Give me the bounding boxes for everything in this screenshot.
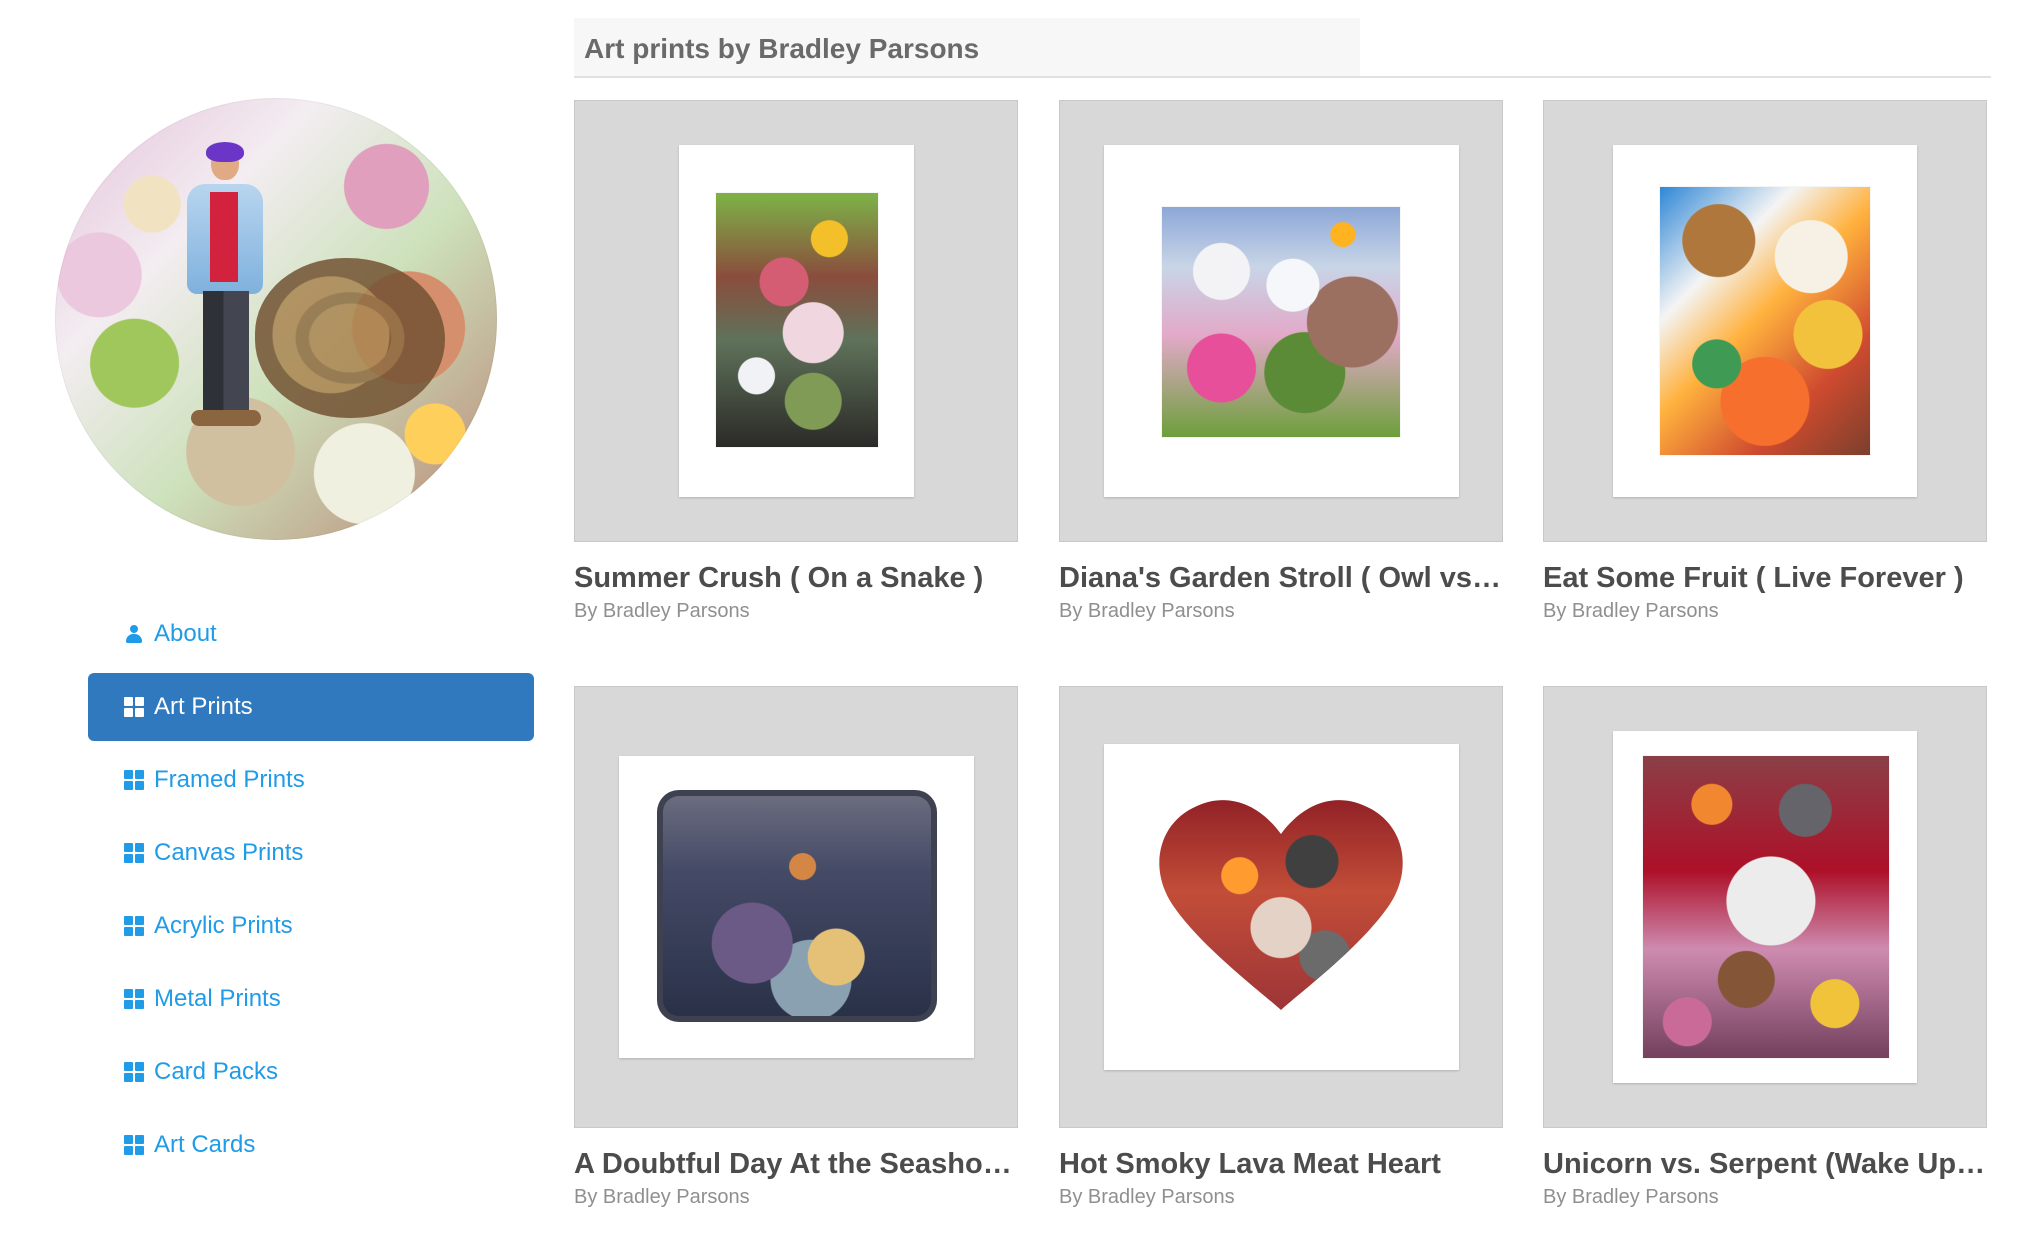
artwork-image — [1152, 786, 1410, 1022]
nav-item-about[interactable]: About — [88, 600, 534, 668]
grid-icon — [124, 989, 144, 1009]
grid-icon — [124, 843, 144, 863]
avatar-person-graphic — [177, 142, 272, 431]
nav-item-label: Art Cards — [154, 1131, 256, 1158]
avatar-legs-graphic — [203, 291, 249, 411]
art-print-title[interactable]: Hot Smoky Lava Meat Heart — [1059, 1148, 1503, 1181]
main-content: Art prints by Bradley Parsons Summer Cru… — [574, 18, 1991, 1208]
nav-item-label: Card Packs — [154, 1058, 279, 1085]
grid-icon — [124, 916, 144, 936]
artist-avatar — [55, 98, 497, 540]
art-print-card[interactable]: Diana's Garden Stroll ( Owl vs.… By Brad… — [1059, 100, 1503, 622]
nav-item-framed-prints[interactable]: Framed Prints — [88, 746, 534, 814]
grid-icon — [124, 1135, 144, 1155]
art-print-preview[interactable] — [574, 100, 1018, 542]
artwork-image — [716, 193, 878, 447]
sidebar-nav: About Art Prints Framed Prints Canvas Pr… — [88, 600, 534, 1184]
nav-item-card-packs[interactable]: Card Packs — [88, 1038, 534, 1106]
grid-icon — [124, 770, 144, 790]
art-print-title[interactable]: Eat Some Fruit ( Live Forever ) — [1543, 562, 1987, 595]
art-print-preview[interactable] — [1543, 686, 1987, 1128]
avatar-beanie-graphic — [206, 142, 244, 162]
art-print-preview[interactable] — [1059, 100, 1503, 542]
artwork-image — [657, 790, 937, 1022]
nav-item-label: Canvas Prints — [154, 839, 304, 866]
print-mat — [1613, 731, 1917, 1083]
grid-icon — [124, 1062, 144, 1082]
artist-name: By Bradley Parsons — [1543, 600, 1719, 622]
art-print-card[interactable]: Summer Crush ( On a Snake ) By Bradley P… — [574, 100, 1018, 622]
art-print-preview[interactable] — [574, 686, 1018, 1128]
artist-name: By Bradley Parsons — [1059, 600, 1235, 622]
person-icon — [124, 624, 144, 644]
nav-item-art-prints[interactable]: Art Prints — [88, 673, 534, 741]
artist-name: By Bradley Parsons — [574, 1186, 750, 1208]
art-print-card[interactable]: Eat Some Fruit ( Live Forever ) By Bradl… — [1543, 100, 1987, 622]
artist-name: By Bradley Parsons — [1543, 1186, 1719, 1208]
sidebar: About Art Prints Framed Prints Canvas Pr… — [0, 0, 560, 1253]
nav-item-canvas-prints[interactable]: Canvas Prints — [88, 819, 534, 887]
art-print-preview[interactable] — [1059, 686, 1503, 1128]
print-mat — [1613, 145, 1917, 497]
art-print-title[interactable]: Diana's Garden Stroll ( Owl vs.… — [1059, 562, 1503, 595]
art-print-title[interactable]: Summer Crush ( On a Snake ) — [574, 562, 1018, 595]
page-title: Art prints by Bradley Parsons — [574, 18, 1360, 76]
artist-name: By Bradley Parsons — [1059, 1186, 1235, 1208]
nav-item-acrylic-prints[interactable]: Acrylic Prints — [88, 892, 534, 960]
nav-item-label: About — [154, 620, 217, 647]
art-print-title[interactable]: Unicorn vs. Serpent (Wake Up … — [1543, 1148, 1987, 1181]
nav-item-label: Art Prints — [154, 693, 253, 720]
avatar-shirt-graphic — [210, 192, 238, 282]
grid-icon — [124, 697, 144, 717]
avatar-shoes-graphic — [191, 410, 261, 426]
print-mat — [1104, 145, 1459, 497]
print-mat — [1104, 744, 1459, 1070]
nav-item-label: Framed Prints — [154, 766, 305, 793]
art-print-card[interactable]: Hot Smoky Lava Meat Heart By Bradley Par… — [1059, 686, 1503, 1208]
artist-name: By Bradley Parsons — [574, 600, 750, 622]
nav-item-label: Metal Prints — [154, 985, 281, 1012]
nav-item-metal-prints[interactable]: Metal Prints — [88, 965, 534, 1033]
print-mat — [619, 756, 974, 1058]
art-print-preview[interactable] — [1543, 100, 1987, 542]
art-print-card[interactable]: A Doubtful Day At the Seashor… By Bradle… — [574, 686, 1018, 1208]
avatar-snake-graphic — [255, 258, 445, 418]
artwork-image — [1660, 187, 1870, 455]
print-mat — [679, 145, 914, 497]
art-print-card[interactable]: Unicorn vs. Serpent (Wake Up … By Bradle… — [1543, 686, 1987, 1208]
nav-item-art-cards[interactable]: Art Cards — [88, 1111, 534, 1179]
nav-item-label: Acrylic Prints — [154, 912, 293, 939]
artwork-image — [1643, 756, 1889, 1058]
art-print-title[interactable]: A Doubtful Day At the Seashor… — [574, 1148, 1018, 1181]
artwork-image — [1162, 207, 1400, 437]
header-divider — [574, 76, 1991, 78]
